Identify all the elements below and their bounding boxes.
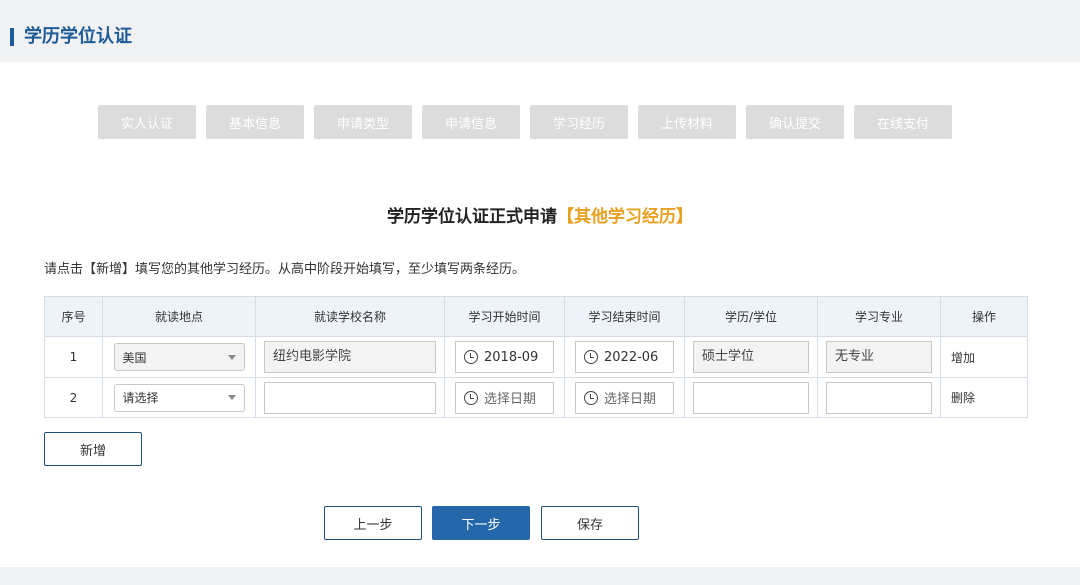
step-6: 上传材料 [638, 105, 736, 139]
next-step-button[interactable]: 下一步 [432, 506, 530, 540]
main-card: 实人认证 基本信息 申请类型 申请信息 学习经历 上传材料 确认提交 在线支付 … [0, 62, 1080, 567]
col-location: 就读地点 [102, 296, 256, 337]
school-input[interactable]: 纽约电影学院 [264, 341, 436, 373]
clock-icon [584, 390, 598, 405]
degree-input[interactable]: 硕士学位 [693, 341, 809, 373]
end-cell: 2022-06 [564, 336, 685, 378]
degree-input[interactable] [693, 381, 809, 414]
col-degree: 学历/学位 [684, 296, 818, 337]
form-title-text: 学历学位认证正式申请 [387, 207, 557, 227]
step-2: 基本信息 [206, 105, 304, 139]
clock-icon [464, 390, 478, 405]
location-cell: 请选择 [102, 377, 256, 418]
degree-cell [684, 377, 818, 418]
location-select-value: 请选择 [122, 391, 159, 405]
end-date-placeholder: 选择日期 [604, 392, 657, 407]
end-date-value: 2022-06 [604, 349, 659, 365]
start-date-placeholder: 选择日期 [484, 392, 537, 407]
location-select-value: 美国 [122, 350, 147, 365]
chevron-down-icon [227, 354, 236, 360]
start-date-picker[interactable]: 2018-09 [455, 341, 554, 373]
school-input[interactable] [264, 381, 436, 414]
step-8: 在线支付 [854, 105, 952, 139]
study-history-table: 序号 就读地点 就读学校名称 学习开始时间 学习结束时间 学历/学位 学习专业 … [44, 296, 1028, 418]
step-1: 实人认证 [98, 105, 196, 139]
clock-icon [584, 350, 598, 364]
start-date-picker[interactable]: 选择日期 [455, 381, 554, 414]
end-date-picker[interactable]: 选择日期 [575, 381, 674, 414]
add-row-link[interactable]: 增加 [940, 336, 1028, 378]
step-4: 申请信息 [422, 105, 520, 139]
end-date-picker[interactable]: 2022-06 [575, 341, 674, 373]
table-row: 1 美国 纽约电影学院 2018-09 2022-06 硕士学位 无专业 增加 [44, 336, 1028, 378]
delete-row-link[interactable]: 删除 [940, 377, 1028, 418]
major-input[interactable]: 无专业 [826, 341, 932, 373]
page-title: 学历学位认证 [24, 26, 132, 47]
prev-step-button[interactable]: 上一步 [324, 506, 422, 540]
form-title: 学历学位认证正式申请【其他学习经历】 [0, 202, 1080, 227]
form-title-highlight: 【其他学习经历】 [557, 207, 693, 227]
degree-cell: 硕士学位 [684, 336, 818, 378]
step-7: 确认提交 [746, 105, 844, 139]
step-progress: 实人认证 基本信息 申请类型 申请信息 学习经历 上传材料 确认提交 在线支付 [98, 105, 952, 139]
major-cell [817, 377, 941, 418]
form-hint: 请点击【新增】填写您的其他学习经历。从高中阶段开始填写，至少填写两条经历。 [44, 262, 526, 277]
location-cell: 美国 [102, 336, 256, 378]
step-5: 学习经历 [530, 105, 628, 139]
start-date-value: 2018-09 [484, 349, 539, 365]
header-accent-bar [10, 28, 14, 46]
col-action: 操作 [940, 296, 1028, 337]
table-header-row: 序号 就读地点 就读学校名称 学习开始时间 学习结束时间 学历/学位 学习专业 … [44, 296, 1028, 337]
col-end: 学习结束时间 [564, 296, 685, 337]
start-cell: 2018-09 [444, 336, 565, 378]
school-cell [255, 377, 445, 418]
save-button[interactable]: 保存 [541, 506, 639, 540]
step-3: 申请类型 [314, 105, 412, 139]
page-header: 学历学位认证 [0, 0, 1080, 62]
col-major: 学习专业 [817, 296, 941, 337]
school-cell: 纽约电影学院 [255, 336, 445, 378]
col-index: 序号 [44, 296, 103, 337]
end-cell: 选择日期 [564, 377, 685, 418]
add-button[interactable]: 新增 [44, 432, 142, 466]
chevron-down-icon [227, 395, 236, 400]
col-start: 学习开始时间 [444, 296, 565, 337]
major-cell: 无专业 [817, 336, 941, 378]
col-school: 就读学校名称 [255, 296, 445, 337]
clock-icon [464, 350, 478, 364]
table-row: 2 请选择 选择日期 选择日期 删除 [44, 377, 1028, 418]
major-input[interactable] [826, 381, 932, 414]
row-index: 1 [44, 336, 103, 378]
location-select[interactable]: 请选择 [113, 383, 245, 412]
location-select[interactable]: 美国 [113, 343, 245, 371]
start-cell: 选择日期 [444, 377, 565, 418]
row-index: 2 [44, 377, 103, 418]
